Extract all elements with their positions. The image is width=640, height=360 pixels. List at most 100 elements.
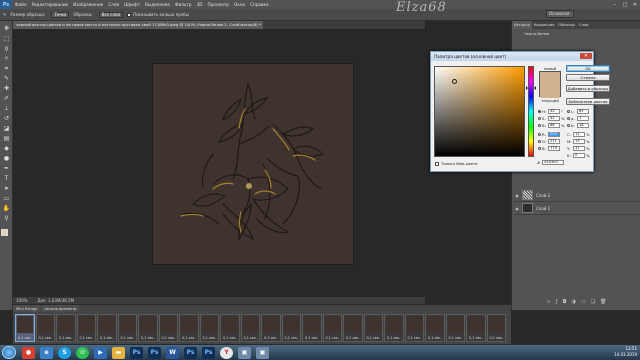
frame-duration[interactable]: 0,1 сек.	[488, 336, 506, 340]
frame-duration[interactable]: 0,1 сек.	[365, 336, 383, 340]
history-brush-tool-icon[interactable]: ↺	[2, 115, 11, 123]
stamp-tool-icon[interactable]: ⊥	[2, 105, 11, 113]
photoshop-icon[interactable]: Ps	[184, 346, 197, 359]
field-g-input[interactable]: 211	[548, 139, 560, 144]
media-icon[interactable]: ▶	[94, 346, 107, 359]
menu-item-filter[interactable]: Фильтр	[175, 2, 192, 7]
web-colors-only-option[interactable]: Только Web-цвета	[435, 161, 477, 166]
field-c-input[interactable]: 11	[573, 132, 585, 137]
timeline-frame[interactable]: 0,1 сек.	[15, 314, 35, 342]
field-s-input[interactable]: 32	[548, 116, 560, 121]
timeline-frame[interactable]: 0,1 сек.	[240, 314, 260, 342]
frame-duration[interactable]: 0,1 сек.	[139, 336, 157, 340]
document-canvas[interactable]	[153, 64, 353, 264]
hue-slider-right-arrow-icon[interactable]	[534, 86, 536, 90]
frame-duration[interactable]: 0,1 сек.	[467, 336, 485, 340]
frame-duration[interactable]: 0,1 сек.	[16, 336, 34, 340]
radio-h[interactable]	[538, 110, 541, 113]
history-item[interactable]: Черно-белое	[514, 31, 639, 37]
start-button[interactable]	[2, 346, 16, 359]
ok-button[interactable]: OK	[566, 65, 610, 72]
timeline-frame[interactable]: 0,1 сек.	[220, 314, 240, 342]
eyedropper-tool-icon[interactable]: ✎	[3, 12, 6, 17]
layer-row[interactable]: ◉ Слой 1	[514, 202, 639, 215]
field-a-input[interactable]: 1	[577, 116, 589, 121]
hex-input[interactable]: e1d3b3	[542, 160, 565, 165]
explorer-icon[interactable]: e	[40, 346, 53, 359]
timeline-frame[interactable]: 0,1 сек.	[76, 314, 96, 342]
frame-duration[interactable]: 0,1 сек.	[201, 336, 219, 340]
maximize-button[interactable]: □	[620, 0, 630, 9]
type-tool-icon[interactable]: T	[2, 175, 11, 183]
frame-duration[interactable]: 0,1 сек.	[57, 336, 75, 340]
foreground-color-swatch[interactable]	[1, 229, 8, 236]
frame-duration[interactable]: 0,1 сек.	[344, 336, 362, 340]
timeline-frame[interactable]: 0,1 сек.	[281, 314, 301, 342]
image-icon[interactable]: ▣	[238, 346, 251, 359]
timeline-frame[interactable]: 0,1 сек.	[158, 314, 178, 342]
link-icon[interactable]: ∞	[547, 299, 551, 307]
timeline-frame[interactable]: 0,1 сек.	[384, 314, 404, 342]
timeline-frame[interactable]: 0,1 сек.	[97, 314, 117, 342]
sample-select[interactable]: Все слои	[98, 11, 124, 18]
trash-icon[interactable]: 🗑	[600, 299, 606, 307]
menu-item-window[interactable]: Окно	[234, 2, 245, 7]
word-icon[interactable]: W	[166, 346, 179, 359]
timeline-frame[interactable]: 0,1 сек.	[56, 314, 76, 342]
photoshop-icon[interactable]: Ps	[130, 346, 143, 359]
menu-item-help[interactable]: Справка	[250, 2, 268, 7]
saturation-brightness-field[interactable]	[434, 66, 525, 157]
frame-duration[interactable]: 0,1 сек.	[447, 336, 465, 340]
timeline-frame[interactable]: 0,1 сек.	[404, 314, 424, 342]
path-select-tool-icon[interactable]: ➤	[2, 185, 11, 193]
zoom-tool-icon[interactable]: ⚲	[2, 215, 11, 223]
timeline-frame[interactable]: 0,1 сек.	[445, 314, 465, 342]
radio-g[interactable]	[538, 140, 541, 143]
show-ring-checkbox[interactable]	[127, 12, 132, 17]
eye-icon[interactable]: ◉	[514, 206, 520, 211]
current-color-swatch[interactable]	[540, 85, 560, 98]
minimize-button[interactable]: –	[610, 0, 620, 9]
field-y-input[interactable]: 31	[573, 146, 585, 151]
photoshop-icon[interactable]: Ps	[202, 346, 215, 359]
menu-item-file[interactable]: Файл	[15, 2, 27, 7]
timeline-frame[interactable]: 0,1 сек.	[35, 314, 55, 342]
color-libraries-button[interactable]: Библиотеки цветов	[566, 98, 610, 105]
folder-icon[interactable]: ▬	[112, 346, 125, 359]
frame-duration[interactable]: 0,1 сек.	[406, 336, 424, 340]
timeline-frame[interactable]: 0,1 сек.	[466, 314, 486, 342]
zoom-level[interactable]: 100%	[16, 298, 27, 303]
field-lab-b-input[interactable]: 18	[577, 123, 589, 128]
color-selector-ring[interactable]	[452, 79, 457, 84]
lasso-tool-icon[interactable]: ϙ	[2, 45, 11, 53]
new-layer-icon[interactable]: ❏	[591, 299, 595, 307]
timeline-frame[interactable]: 0,1 сек.	[117, 314, 137, 342]
layer-row[interactable]: ◉ Слой 2	[514, 189, 639, 202]
radio-a[interactable]	[567, 117, 570, 120]
timeline-frame[interactable]: 0,1 сек.	[302, 314, 322, 342]
hue-slider[interactable]	[528, 66, 534, 157]
radio-lab-b[interactable]	[567, 124, 570, 127]
timeline-frame[interactable]: 0,1 сек.	[343, 314, 363, 342]
shape-tool-icon[interactable]: ▭	[2, 195, 11, 203]
healing-brush-tool-icon[interactable]: ✚	[2, 85, 11, 93]
frame-duration[interactable]: 0,1 сек.	[221, 336, 239, 340]
frame-duration[interactable]: 0,1 сек.	[303, 336, 321, 340]
whatsapp-icon[interactable]: ☏	[76, 346, 89, 359]
eyedropper-tool-icon[interactable]: ✎	[2, 75, 11, 83]
close-icon[interactable]: ✕	[580, 53, 592, 59]
hue-slider-left-arrow-icon[interactable]	[526, 86, 528, 90]
photoshop-icon[interactable]: Ps	[148, 346, 161, 359]
tab-history[interactable]: История	[512, 21, 532, 29]
pen-tool-icon[interactable]: ✒	[2, 165, 11, 173]
timeline-frame[interactable]: 0,1 сек.	[486, 314, 506, 342]
frame-duration[interactable]: 0,1 сек.	[426, 336, 444, 340]
timeline-frame[interactable]: 0,1 сек.	[179, 314, 199, 342]
mask-icon[interactable]: ◘	[563, 299, 567, 307]
radio-blue[interactable]	[538, 147, 541, 150]
crop-tool-icon[interactable]: ⌗	[2, 65, 11, 73]
frame-duration[interactable]: 0,1 сек.	[119, 336, 137, 340]
dodge-tool-icon[interactable]: ●	[2, 155, 11, 163]
frame-duration[interactable]: 0,1 сек.	[98, 336, 116, 340]
move-tool-icon[interactable]: ✥	[2, 25, 11, 33]
